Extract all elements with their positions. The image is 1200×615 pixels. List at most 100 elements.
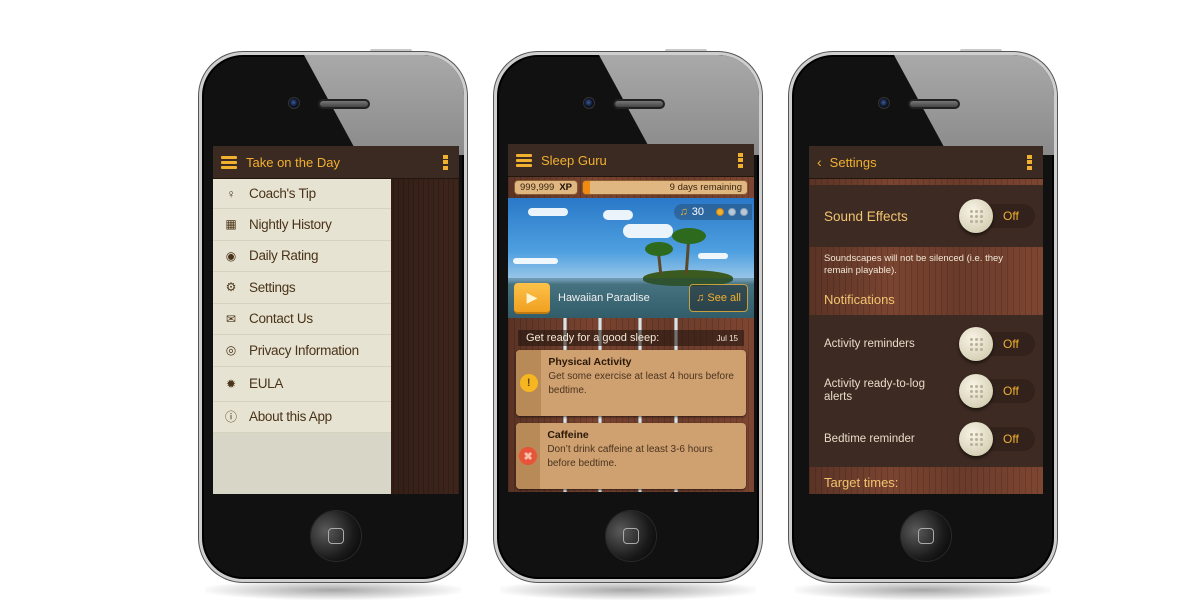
back-chevron-icon[interactable]: ‹ — [817, 154, 822, 170]
toggle-state: Off — [1003, 384, 1019, 398]
toggle-state: Off — [1003, 432, 1019, 446]
sound-note-panel: Soundscapes will not be silenced (i.e. t… — [809, 247, 1043, 315]
overflow-menu-icon[interactable] — [443, 154, 448, 170]
music-note-icon: ♫ — [679, 206, 688, 218]
menu-item-about-this-app[interactable]: ⓘ About this App — [213, 402, 391, 433]
palm-tree — [672, 228, 706, 244]
front-camera — [878, 97, 890, 109]
now-playing-bar: ▶ Hawaiian Paradise ♫ See all — [508, 278, 754, 318]
envelope-icon: ✉ — [225, 311, 237, 326]
front-camera — [583, 97, 595, 109]
phone-settings: ‹ Settings Sound Effects Off Soundscapes… — [789, 49, 1057, 600]
cloud — [603, 210, 633, 220]
home-button[interactable] — [606, 511, 656, 561]
see-all-button[interactable]: ♫ See all — [689, 284, 748, 312]
pager-dot[interactable] — [728, 208, 736, 216]
setting-label: Activity reminders — [824, 337, 915, 350]
tip-card-caffeine[interactable]: ✖ Caffeine Don’t drink caffeine at least… — [516, 423, 746, 489]
overflow-menu-icon[interactable] — [1027, 154, 1032, 170]
menu-item-label: Coach's Tip — [249, 186, 316, 201]
soundscape-hero[interactable]: ♫ 30 ▶ Hawaiian Paradise ♫ See all — [508, 198, 754, 318]
menu-item-label: Daily Rating — [249, 248, 319, 264]
setting-row-bedtime-reminder: Bedtime reminder Off — [809, 415, 1043, 463]
sound-effects-toggle[interactable]: Off — [959, 199, 1035, 233]
tips-header: Get ready for a good sleep: Jul 15 — [518, 330, 744, 346]
toggle-state: Off — [1003, 209, 1019, 223]
seal-icon: ✹ — [225, 376, 237, 391]
cloud — [623, 224, 673, 238]
bedtime-reminder-toggle[interactable]: Off — [959, 422, 1035, 456]
screen: Take on the Day ♀ Coach's Tip ▦ Nightly … — [213, 146, 459, 494]
overflow-menu-icon[interactable] — [738, 152, 743, 168]
screen: Sleep Guru 999,999 XP 9 days remaining ♫… — [508, 144, 754, 492]
xp-badge: 999,999 XP — [514, 180, 579, 195]
hamburger-menu-icon[interactable] — [516, 153, 532, 167]
showcase-stage: Take on the Day ♀ Coach's Tip ▦ Nightly … — [0, 0, 1200, 615]
target-icon: ◉ — [225, 248, 237, 263]
phone-body: Sleep Guru 999,999 XP 9 days remaining ♫… — [494, 52, 762, 582]
track-title: Hawaiian Paradise — [558, 292, 650, 304]
menu-item-coachs-tip[interactable]: ♀ Coach's Tip — [213, 179, 391, 209]
activity-reminders-toggle[interactable]: Off — [959, 327, 1035, 361]
home-button[interactable] — [311, 511, 361, 561]
tip-card-physical-activity[interactable]: ! Physical Activity Get some exercise at… — [516, 350, 746, 416]
menu-item-contact-us[interactable]: ✉ Contact Us — [213, 304, 391, 335]
phone-body: Take on the Day ♀ Coach's Tip ▦ Nightly … — [199, 52, 467, 582]
menu-item-nightly-history[interactable]: ▦ Nightly History — [213, 209, 391, 241]
menu-item-label: EULA — [249, 376, 284, 391]
menu-item-privacy-information[interactable]: ◎ Privacy Information — [213, 335, 391, 367]
earpiece-speaker — [318, 99, 370, 109]
pager-dot[interactable] — [740, 208, 748, 216]
tip-title: Caffeine — [547, 429, 589, 441]
play-icon: ▶ — [526, 288, 538, 305]
front-camera — [288, 97, 300, 109]
cloud — [528, 208, 568, 216]
target-times-panel: Target times: — [809, 467, 1043, 494]
trial-days-remaining: 9 days remaining — [669, 182, 742, 193]
error-x-icon: ✖ — [519, 447, 538, 465]
see-all-label: See all — [707, 292, 741, 304]
warning-icon: ! — [519, 374, 538, 392]
notifications-heading: Notifications — [824, 292, 895, 307]
sound-note: Soundscapes will not be silenced (i.e. t… — [824, 253, 1004, 276]
xp-unit: XP — [559, 182, 573, 193]
tips-panel: Get ready for a good sleep: Jul 15 ! Phy… — [508, 318, 754, 492]
tip-body: Don’t drink caffeine at least 3-6 hours … — [547, 444, 713, 469]
xp-status-bar: 999,999 XP 9 days remaining — [508, 177, 754, 198]
setting-row-activity-reminders: Activity reminders Off — [809, 321, 1043, 367]
calendar-icon: ▦ — [225, 217, 237, 232]
pager-dot-active[interactable] — [716, 208, 724, 216]
ready-to-log-alerts-toggle[interactable]: Off — [959, 374, 1035, 408]
gears-icon: ⚙ — [225, 280, 237, 295]
soundscape-counter: ♫ 30 — [673, 204, 752, 220]
menu-item-eula[interactable]: ✹ EULA — [213, 367, 391, 402]
app-bar: ‹ Settings — [809, 146, 1043, 179]
toggle-state: Off — [1003, 337, 1019, 351]
tip-title: Physical Activity — [548, 356, 632, 368]
home-button[interactable] — [901, 511, 951, 561]
menu-item-settings[interactable]: ⚙ Settings — [213, 272, 391, 304]
info-icon: ⓘ — [224, 410, 237, 425]
phone-shadow — [500, 580, 756, 600]
hamburger-menu-icon[interactable] — [221, 155, 237, 169]
menu-screen-body: ♀ Coach's Tip ▦ Nightly History ◉ Daily … — [213, 179, 459, 494]
trial-progress-fill — [583, 181, 590, 194]
drawer-menu-list: ♀ Coach's Tip ▦ Nightly History ◉ Daily … — [213, 179, 391, 433]
soundscape-count: 30 — [691, 206, 704, 218]
menu-item-label: Privacy Information — [249, 342, 359, 358]
setting-label: Sound Effects — [824, 208, 908, 224]
tip-body: Get some exercise at least 4 hours befor… — [548, 371, 734, 396]
xp-value: 999,999 — [520, 182, 555, 193]
notifications-list: Activity reminders Off Activity ready-to… — [809, 315, 1043, 467]
tip-status-strip: ✖ — [516, 423, 541, 489]
app-title: Sleep Guru — [541, 152, 607, 168]
tips-heading: Get ready for a good sleep: — [526, 332, 660, 344]
app-title: Settings — [829, 154, 877, 170]
toggle-knob — [959, 199, 993, 233]
eye-icon: ◎ — [225, 343, 237, 358]
lightbulb-icon: ♀ — [226, 186, 236, 201]
phone-shadow — [795, 580, 1051, 600]
menu-item-label: Contact Us — [249, 311, 313, 327]
menu-item-daily-rating[interactable]: ◉ Daily Rating — [213, 241, 391, 272]
play-button[interactable]: ▶ — [514, 282, 550, 314]
